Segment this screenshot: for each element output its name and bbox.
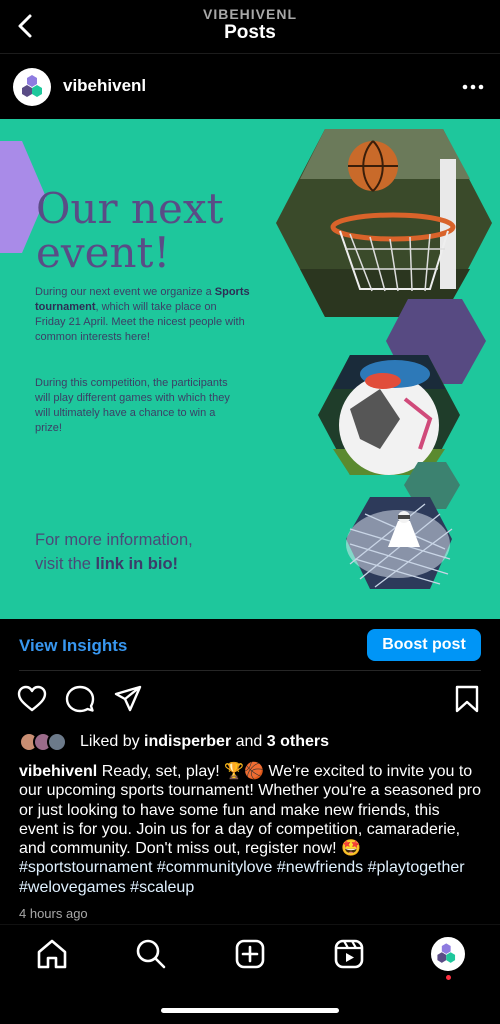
badminton-photo [346,497,453,589]
more-info-text: For more information, visit the link in … [35,528,265,576]
post-caption: vibehivenl Ready, set, play! 🏆🏀 We're ex… [19,762,481,897]
page-title: Posts [224,22,276,43]
divider [19,670,481,671]
caption-hashtags[interactable]: #sportstournament #communitylove #newfri… [19,859,465,895]
post-header: vibehivenl [0,60,500,114]
boost-post-button[interactable]: Boost post [367,629,481,661]
liked-by-text: Liked by indisperber and 3 others [80,733,329,751]
event-desc-text: During our next event we organize a [35,286,215,298]
basketball-photo [276,129,492,317]
event-title-line1: Our next [36,184,224,233]
more-info-prefix: visit the [35,555,96,573]
comment-icon[interactable] [65,684,95,714]
event-title-line2: event! [36,228,171,277]
search-icon[interactable] [134,937,168,971]
profile-avatar-icon[interactable] [431,937,465,971]
bookmark-icon[interactable] [452,684,482,714]
heart-icon[interactable] [17,684,47,714]
liker-avatar [47,732,67,752]
view-insights-link[interactable]: View Insights [19,636,127,656]
event-description: During our next event we organize a Spor… [35,285,250,345]
insights-row: View Insights Boost post [0,620,500,670]
liker-avatars [19,732,75,752]
more-info-link: link in bio! [95,555,179,573]
more-info-line1: For more information, [35,531,193,549]
account-label: VIBEHIVENL [202,6,297,22]
liked-mid: and [231,733,267,750]
event-title: Our next event! [36,187,266,275]
liked-others[interactable]: 3 others [267,733,329,750]
caption-username[interactable]: vibehivenl [19,763,97,780]
share-icon[interactable] [113,684,143,714]
more-info-line2: visit the link in bio! [35,552,265,576]
home-indicator [161,1008,339,1013]
create-icon[interactable] [233,937,267,971]
post-timestamp: 4 hours ago [19,906,88,921]
more-dots-icon[interactable] [460,74,486,100]
avatar[interactable] [13,68,51,106]
top-bar: VIBEHIVENL Posts [0,0,500,54]
notification-dot [446,975,451,980]
home-icon[interactable] [35,937,69,971]
post-image[interactable]: Our next event! During our next event we… [0,119,500,619]
liked-user[interactable]: indisperber [144,733,231,750]
post-username[interactable]: vibehivenl [63,76,146,96]
likes-row[interactable]: Liked by indisperber and 3 others [19,730,489,754]
reels-icon[interactable] [332,937,366,971]
event-description-2: During this competition, the participant… [35,377,230,434]
liked-prefix: Liked by [80,733,145,750]
